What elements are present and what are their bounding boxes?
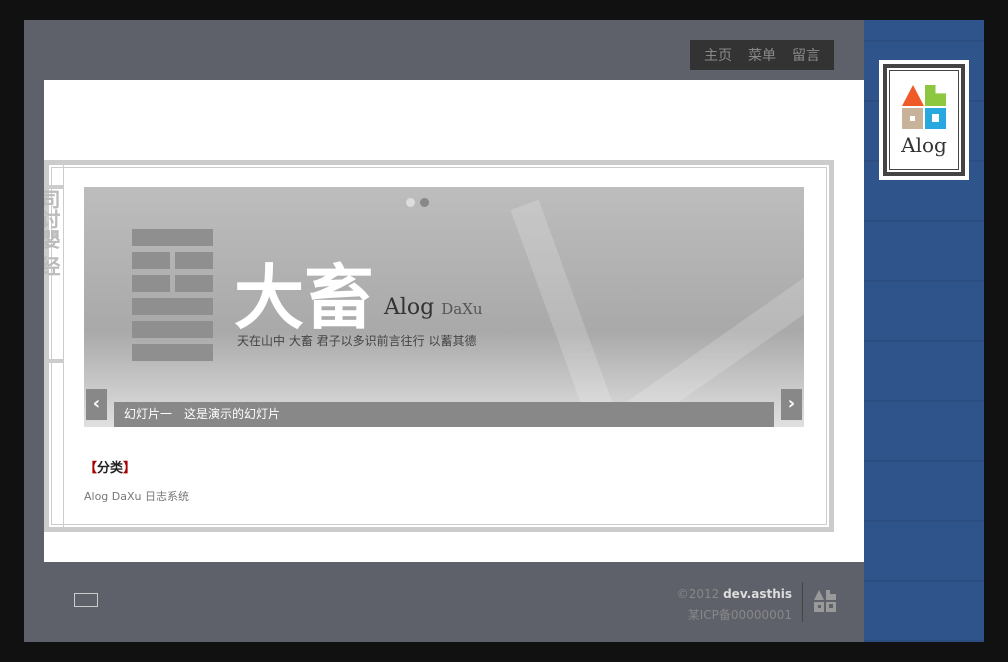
footer-copyright: ©2012 dev.asthis 某ICP备00000001 (640, 584, 792, 626)
slide-title: 大畜 (234, 257, 374, 339)
next-slide-button[interactable]: › (781, 389, 802, 420)
footer-logo-icon (814, 590, 836, 612)
slide-motto: 天在山中 大畜 君子以多识前言往行 以蓄其德 (237, 334, 477, 348)
prev-slide-button[interactable]: ‹ (86, 389, 107, 420)
slide-brand: Alog DaXu (384, 295, 483, 320)
slide-dot-2[interactable] (420, 198, 429, 207)
logo-blocks-icon (902, 85, 946, 129)
author-link[interactable]: dev.asthis (723, 587, 792, 601)
footer-divider (802, 582, 803, 622)
alog-logo[interactable]: Alog (879, 60, 969, 180)
top-nav: 主页 菜单 留言 (690, 40, 834, 70)
slideshow[interactable]: 大畜 Alog DaXu 天在山中 大畜 君子以多识前言往行 以蓄其德 幻灯片一… (84, 187, 804, 427)
slide-caption: 幻灯片一 这是演示的幻灯片 (114, 402, 774, 427)
logo-text: Alog (901, 133, 947, 157)
divider (63, 165, 64, 527)
slide-dots (406, 198, 429, 207)
nav-home[interactable]: 主页 (704, 45, 732, 65)
nav-menu[interactable]: 菜单 (748, 45, 776, 65)
vertical-strip: 司讨嬰 经 (44, 185, 63, 363)
hexagram-icon (132, 229, 213, 367)
nav-guestbook[interactable]: 留言 (792, 45, 820, 65)
slide-dot-1[interactable] (406, 198, 415, 207)
icp-number: 某ICP备00000001 (687, 608, 792, 622)
footer-box-icon[interactable] (74, 593, 98, 607)
category-heading: 【分类】 (84, 461, 137, 476)
category-description: Alog DaXu 日志系统 (84, 490, 190, 503)
